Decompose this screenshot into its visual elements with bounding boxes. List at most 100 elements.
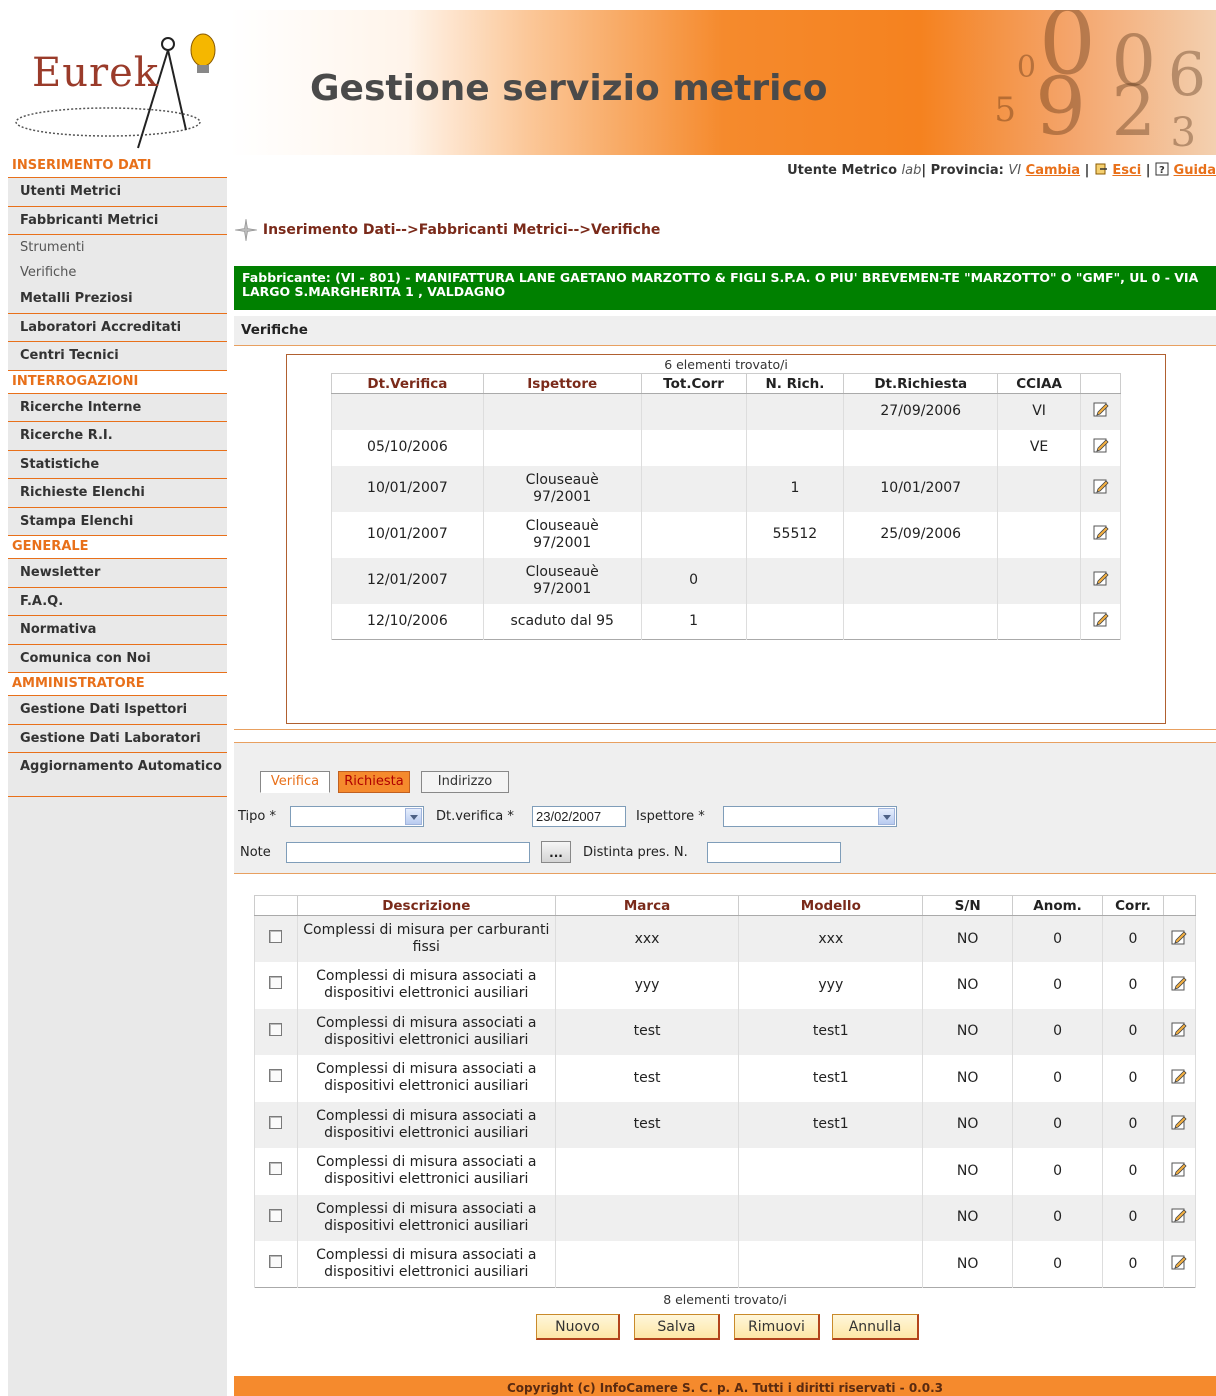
edit-icon[interactable]	[1171, 1021, 1188, 1037]
sidebar-item-1-0[interactable]: Ricerche Interne	[8, 394, 227, 422]
sidebar-section-1: INTERROGAZIONI	[8, 370, 227, 394]
help-icon[interactable]: ?	[1155, 162, 1169, 176]
row-checkbox[interactable]	[269, 1022, 283, 1036]
verifiche-header[interactable]: Dt.Richiesta	[843, 373, 999, 394]
verifiche-cell	[997, 603, 1082, 640]
edit-icon[interactable]	[1171, 1254, 1188, 1270]
verifiche-header[interactable]: N. Rich.	[745, 373, 845, 394]
strumenti-header[interactable]: S/N	[922, 895, 1014, 916]
tipo-select[interactable]	[290, 806, 424, 827]
row-checkbox[interactable]	[269, 1208, 283, 1222]
table-row[interactable]: Complessi di misura associati a disposit…	[254, 1148, 1197, 1195]
sidebar-item-3-0[interactable]: Gestione Dati Ispettori	[8, 696, 227, 725]
sidebar-item-0-1[interactable]: Fabbricanti Metrici	[8, 207, 227, 235]
chevron-down-icon[interactable]	[405, 808, 422, 825]
edit-icon[interactable]	[1171, 929, 1188, 945]
distinta-input[interactable]	[707, 842, 841, 863]
exit-icon[interactable]	[1094, 162, 1108, 176]
table-row[interactable]: Complessi di misura associati a disposit…	[254, 1101, 1197, 1148]
guida-link[interactable]: Guida	[1174, 163, 1216, 178]
sidebar-item-3-2[interactable]: Aggiornamento Automatico	[8, 753, 227, 797]
sidebar-item-2-3[interactable]: Comunica con Noi	[8, 645, 227, 673]
verifiche-cell	[331, 393, 484, 430]
browse-button[interactable]: ...	[541, 841, 571, 863]
tab-indirizzo[interactable]: Indirizzo	[421, 771, 509, 793]
annulla-button[interactable]: Annulla	[832, 1314, 919, 1340]
strumenti-header[interactable]: Modello	[738, 895, 924, 916]
table-row[interactable]: Complessi di misura per carburanti fissi…	[254, 915, 1197, 962]
table-row[interactable]: 27/09/2006 VI	[331, 393, 1121, 430]
edit-icon[interactable]	[1093, 570, 1109, 586]
dtverifica-input[interactable]	[532, 806, 626, 827]
cambia-link[interactable]: Cambia	[1026, 163, 1080, 178]
strumenti-cell: 0	[1102, 962, 1164, 1009]
strumenti-header[interactable]: Descrizione	[296, 895, 556, 916]
sidebar-item-1-3[interactable]: Richieste Elenchi	[8, 479, 227, 508]
edit-icon[interactable]	[1093, 401, 1109, 417]
table-row[interactable]: Complessi di misura associati a disposit…	[254, 1241, 1197, 1288]
verifiche-header[interactable]: Tot.Corr	[640, 373, 747, 394]
chevron-down-icon[interactable]	[878, 808, 895, 825]
sidebar-item-0-4[interactable]: Metalli Preziosi	[8, 285, 227, 314]
sidebar-item-1-4[interactable]: Stampa Elenchi	[8, 508, 227, 536]
sidebar-item-0-2[interactable]: Strumenti	[8, 235, 227, 260]
edit-cell	[1162, 915, 1197, 962]
sidebar-item-0-6[interactable]: Centri Tecnici	[8, 342, 227, 371]
sidebar-item-2-1[interactable]: F.A.Q.	[8, 588, 227, 616]
table-row[interactable]: 10/01/2007 Clouseauè 97/2001 1 10/01/2007	[331, 465, 1121, 512]
table-row[interactable]: 12/10/2006 scaduto dal 95 1	[331, 603, 1121, 640]
table-row[interactable]: 12/01/2007 Clouseauè 97/2001 0	[331, 557, 1121, 604]
table-row[interactable]: 05/10/2006 VE	[331, 429, 1121, 466]
strumenti-header[interactable]: Anom.	[1012, 895, 1104, 916]
sidebar-item-1-2[interactable]: Statistiche	[8, 451, 227, 479]
edit-icon[interactable]	[1171, 975, 1188, 991]
row-checkbox[interactable]	[269, 1069, 283, 1083]
sidebar-item-0-3[interactable]: Verifiche	[8, 260, 227, 285]
rimuovi-button[interactable]: Rimuovi	[734, 1314, 820, 1340]
sidebar-item-2-0[interactable]: Newsletter	[8, 559, 227, 588]
esci-link[interactable]: Esci	[1112, 163, 1141, 178]
logo[interactable]: Eurek	[8, 10, 230, 155]
verifiche-cell	[482, 429, 642, 466]
sidebar-item-1-1[interactable]: Ricerche R.I.	[8, 422, 227, 451]
edit-icon[interactable]	[1171, 1161, 1188, 1177]
verifiche-count: 6 elementi trovato/i	[664, 357, 788, 372]
strumenti-header[interactable]: Corr.	[1102, 895, 1164, 916]
edit-icon[interactable]	[1093, 437, 1109, 453]
verifiche-header[interactable]: Ispettore	[482, 373, 642, 394]
sidebar-item-0-5[interactable]: Laboratori Accreditati	[8, 314, 227, 342]
edit-icon[interactable]	[1093, 478, 1109, 494]
row-checkbox[interactable]	[269, 1255, 283, 1268]
salva-button[interactable]: Salva	[634, 1314, 720, 1340]
sidebar-item-0-0[interactable]: Utenti Metrici	[8, 178, 227, 207]
table-row[interactable]: 10/01/2007 Clouseauè 97/2001 55512 25/09/20…	[331, 511, 1121, 558]
nuovo-button[interactable]: Nuovo	[536, 1314, 620, 1340]
select-cell	[254, 1008, 298, 1055]
table-row[interactable]: Complessi di misura associati a disposit…	[254, 1055, 1197, 1102]
strumenti-header[interactable]: Marca	[554, 895, 740, 916]
edit-icon[interactable]	[1093, 611, 1109, 627]
verifiche-header[interactable]: Dt.Verifica	[331, 373, 484, 394]
table-row[interactable]: Complessi di misura associati a disposit…	[254, 1194, 1197, 1241]
sidebar-item-3-1[interactable]: Gestione Dati Laboratori	[8, 725, 227, 753]
tab-richiesta[interactable]: Richiesta	[338, 771, 410, 793]
strumenti-cell	[554, 1241, 740, 1288]
strumenti-cell: test1	[738, 1055, 924, 1102]
edit-icon[interactable]	[1171, 1114, 1188, 1130]
tab-verifica[interactable]: Verifica	[260, 771, 330, 793]
edit-cell	[1080, 393, 1121, 430]
edit-icon[interactable]	[1093, 524, 1109, 540]
row-checkbox[interactable]	[269, 1115, 283, 1129]
verifiche-header[interactable]: CCIAA	[997, 373, 1082, 394]
row-checkbox[interactable]	[269, 976, 283, 990]
note-input[interactable]	[286, 842, 530, 863]
sidebar-item-2-2[interactable]: Normativa	[8, 616, 227, 645]
table-row[interactable]: Complessi di misura associati a disposit…	[254, 962, 1197, 1009]
edit-icon[interactable]	[1171, 1207, 1188, 1223]
table-row[interactable]: Complessi di misura associati a disposit…	[254, 1008, 1197, 1055]
row-checkbox[interactable]	[269, 1162, 283, 1176]
verifiche-cell: 12/10/2006	[331, 603, 484, 640]
row-checkbox[interactable]	[269, 930, 283, 943]
ispettore-select[interactable]	[723, 806, 897, 827]
edit-icon[interactable]	[1171, 1068, 1188, 1084]
